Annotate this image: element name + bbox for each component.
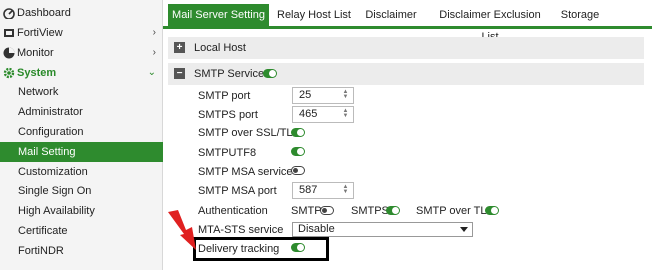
spinner-icon[interactable]: ▲ ▼ [341,184,350,196]
chevron-right-icon: › [152,27,156,38]
sidebar-item-monitor[interactable]: Monitor › [0,43,163,63]
spinner-icon[interactable]: ▲ ▼ [341,108,350,120]
collapse-icon: − [174,68,185,79]
sidebar-item-label: FortiNDR [18,245,64,257]
sidebar-item-system[interactable]: System ⌄ [0,63,163,83]
msa-service-toggle[interactable] [291,166,305,175]
monitor-icon [3,47,15,59]
sidebar-item-label: Administrator [18,106,83,118]
fortiview-icon [4,29,14,37]
sidebar-item-fortindr[interactable]: FortiNDR [0,241,163,261]
sidebar-item-configuration[interactable]: Configuration [0,122,163,142]
auth-smtp-tls-toggle[interactable] [485,206,499,215]
sidebar-item-fortiview[interactable]: FortiView › [0,23,163,43]
tab-mail-server-setting[interactable]: Mail Server Setting [168,4,269,26]
sidebar-item-label: Monitor [17,47,54,59]
msa-port-input[interactable]: 587 ▲ ▼ [292,182,354,199]
auth-smtp-tls-label: SMTP over TLS [416,205,494,217]
dashboard-icon [3,8,15,19]
sidebar-item-label: Customization [18,166,88,178]
sidebar-item-label: Single Sign On [18,185,92,197]
sidebar-item-label: System [17,67,57,79]
smtp-port-input[interactable]: 25 ▲ ▼ [292,87,354,104]
msa-port-value: 587 [299,184,318,196]
sidebar-item-label: Mail Setting [18,146,76,158]
smtp-ssl-tls-toggle[interactable] [291,128,305,137]
msa-service-label: SMTP MSA service [198,166,293,178]
smtp-port-value: 25 [299,89,312,101]
mta-sts-label: MTA-STS service [198,224,284,236]
smtp-port-label: SMTP port [198,90,251,102]
auth-smtps-toggle[interactable] [386,206,400,215]
sidebar-item-label: Configuration [18,126,84,138]
auth-smtp-toggle[interactable] [320,206,334,215]
sidebar: Dashboard FortiView › Monitor › System ⌄… [0,0,163,270]
smtputf8-toggle[interactable] [291,147,305,156]
section-title: SMTP Service [194,68,265,80]
expand-icon: + [174,42,185,53]
sidebar-item-administrator[interactable]: Administrator [0,102,163,122]
auth-smtp-label: SMTP [291,205,322,217]
annotation-highlight-box [193,237,329,261]
tab-disclaimer[interactable]: Disclaimer [362,4,420,26]
smtps-port-value: 465 [299,108,318,120]
sidebar-item-high-availability[interactable]: High Availability [0,201,163,221]
auth-smtps-label: SMTPS [351,205,389,217]
sidebar-item-label: Dashboard [17,7,71,19]
msa-port-label: SMTP MSA port [198,185,277,197]
tab-relay-host-list[interactable]: Relay Host List [276,4,352,26]
sidebar-item-network[interactable]: Network [0,82,163,102]
sidebar-item-label: Network [18,86,59,98]
sidebar-item-customization[interactable]: Customization [0,162,163,182]
section-title: Local Host [194,42,246,54]
mta-sts-select[interactable]: Disable [292,222,473,237]
sidebar-item-certificate[interactable]: Certificate [0,221,163,241]
spinner-icon[interactable]: ▲ ▼ [341,89,350,101]
gear-icon [3,67,15,79]
smtp-service-toggle[interactable] [263,69,277,78]
smtps-port-label: SMTPS port [198,109,258,121]
chevron-right-icon: › [152,47,156,58]
sidebar-item-dashboard[interactable]: Dashboard [0,3,163,23]
smtputf8-label: SMTPUTF8 [198,147,257,159]
tab-storage[interactable]: Storage [558,4,602,26]
annotation-arrow-icon [168,210,196,250]
section-smtp-service[interactable]: − SMTP Service [168,63,644,85]
sidebar-item-single-sign-on[interactable]: Single Sign On [0,181,163,201]
tab-disclaimer-exclusion-list[interactable]: Disclaimer Exclusion List [430,4,550,43]
auth-label: Authentication [198,205,268,217]
smtps-port-input[interactable]: 465 ▲ ▼ [292,106,354,123]
chevron-down-icon: ⌄ [147,67,156,78]
section-local-host[interactable]: + Local Host [168,37,644,59]
sidebar-item-label: Certificate [18,225,68,237]
sidebar-item-label: High Availability [18,205,95,217]
tab-underline [163,26,652,29]
sidebar-item-mail-setting[interactable]: Mail Setting [0,142,163,162]
sidebar-item-label: FortiView [17,27,63,39]
chevron-down-icon [460,227,468,232]
mta-sts-value: Disable [298,223,335,235]
smtp-ssl-tls-label: SMTP over SSL/TLS [198,127,300,139]
